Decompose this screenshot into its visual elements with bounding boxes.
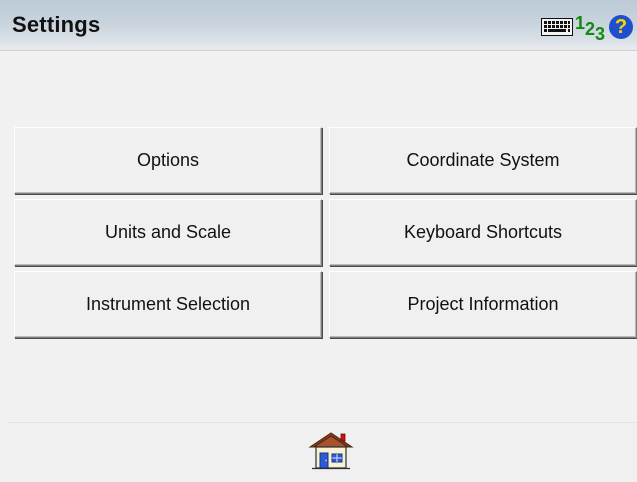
numeric-mode-icon[interactable]: 1 2 3 xyxy=(575,14,605,43)
numeric-mode-3: 3 xyxy=(594,24,605,44)
numeric-mode-2: 2 xyxy=(584,19,595,39)
title-bar: Settings 1 2 3 ? xyxy=(0,0,637,51)
keyboard-shortcuts-button[interactable]: Keyboard Shortcuts xyxy=(329,199,637,266)
footer-bar xyxy=(9,422,637,482)
options-button[interactable]: Options xyxy=(14,127,322,194)
project-information-button[interactable]: Project Information xyxy=(329,271,637,338)
window-title: Settings xyxy=(12,12,101,37)
home-button[interactable] xyxy=(291,423,371,481)
units-and-scale-button[interactable]: Units and Scale xyxy=(14,199,322,266)
home-icon xyxy=(304,429,358,476)
keyboard-icon[interactable] xyxy=(540,18,573,36)
status-icons: 1 2 3 ? xyxy=(540,12,633,43)
numeric-mode-1: 1 xyxy=(574,13,585,33)
help-icon[interactable]: ? xyxy=(609,15,633,39)
settings-window: Settings 1 2 3 ? Options Coordinate Syst… xyxy=(0,0,637,482)
instrument-selection-button[interactable]: Instrument Selection xyxy=(14,271,322,338)
coordinate-system-button[interactable]: Coordinate System xyxy=(329,127,637,194)
